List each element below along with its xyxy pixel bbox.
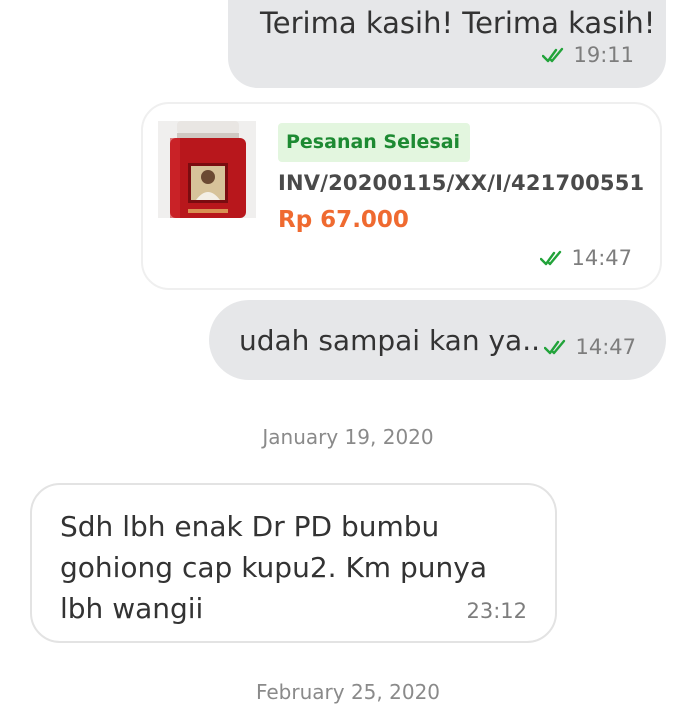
order-card[interactable]: Pesanan Selesai INV/20200115/XX/I/421700… bbox=[141, 102, 662, 290]
message-text: Terima kasih! Terima kasih! bbox=[260, 6, 656, 40]
product-jar-image bbox=[158, 121, 256, 218]
double-check-icon bbox=[544, 339, 566, 355]
incoming-message-bubble[interactable]: Sdh lbh enak Dr PD bumbu gohiong cap kup… bbox=[30, 483, 557, 643]
message-time: 14:47 bbox=[571, 246, 632, 270]
message-time: 19:11 bbox=[573, 43, 634, 67]
date-separator: February 25, 2020 bbox=[255, 680, 441, 704]
order-price: Rp 67.000 bbox=[278, 207, 409, 233]
message-time: 14:47 bbox=[575, 335, 636, 359]
double-check-icon bbox=[542, 47, 564, 63]
outgoing-message-bubble[interactable]: udah sampai kan ya.. 14:47 bbox=[209, 300, 666, 380]
message-meta: 19:11 bbox=[542, 43, 634, 67]
message-meta: 23:12 bbox=[466, 599, 527, 623]
product-thumbnail[interactable] bbox=[158, 121, 256, 218]
invoice-number: INV/20200115/XX/I/421700551 bbox=[278, 171, 645, 195]
outgoing-message-bubble[interactable]: Terima kasih! Terima kasih! 19:11 bbox=[228, 0, 666, 88]
message-meta: 14:47 bbox=[544, 335, 636, 359]
message-text: udah sampai kan ya.. bbox=[239, 324, 541, 357]
message-text: Sdh lbh enak Dr PD bumbu gohiong cap kup… bbox=[60, 510, 487, 625]
double-check-icon bbox=[540, 250, 562, 266]
message-meta: 14:47 bbox=[540, 246, 632, 270]
order-status-badge: Pesanan Selesai bbox=[278, 123, 471, 162]
message-time: 23:12 bbox=[466, 599, 527, 623]
date-separator: January 19, 2020 bbox=[262, 425, 434, 449]
